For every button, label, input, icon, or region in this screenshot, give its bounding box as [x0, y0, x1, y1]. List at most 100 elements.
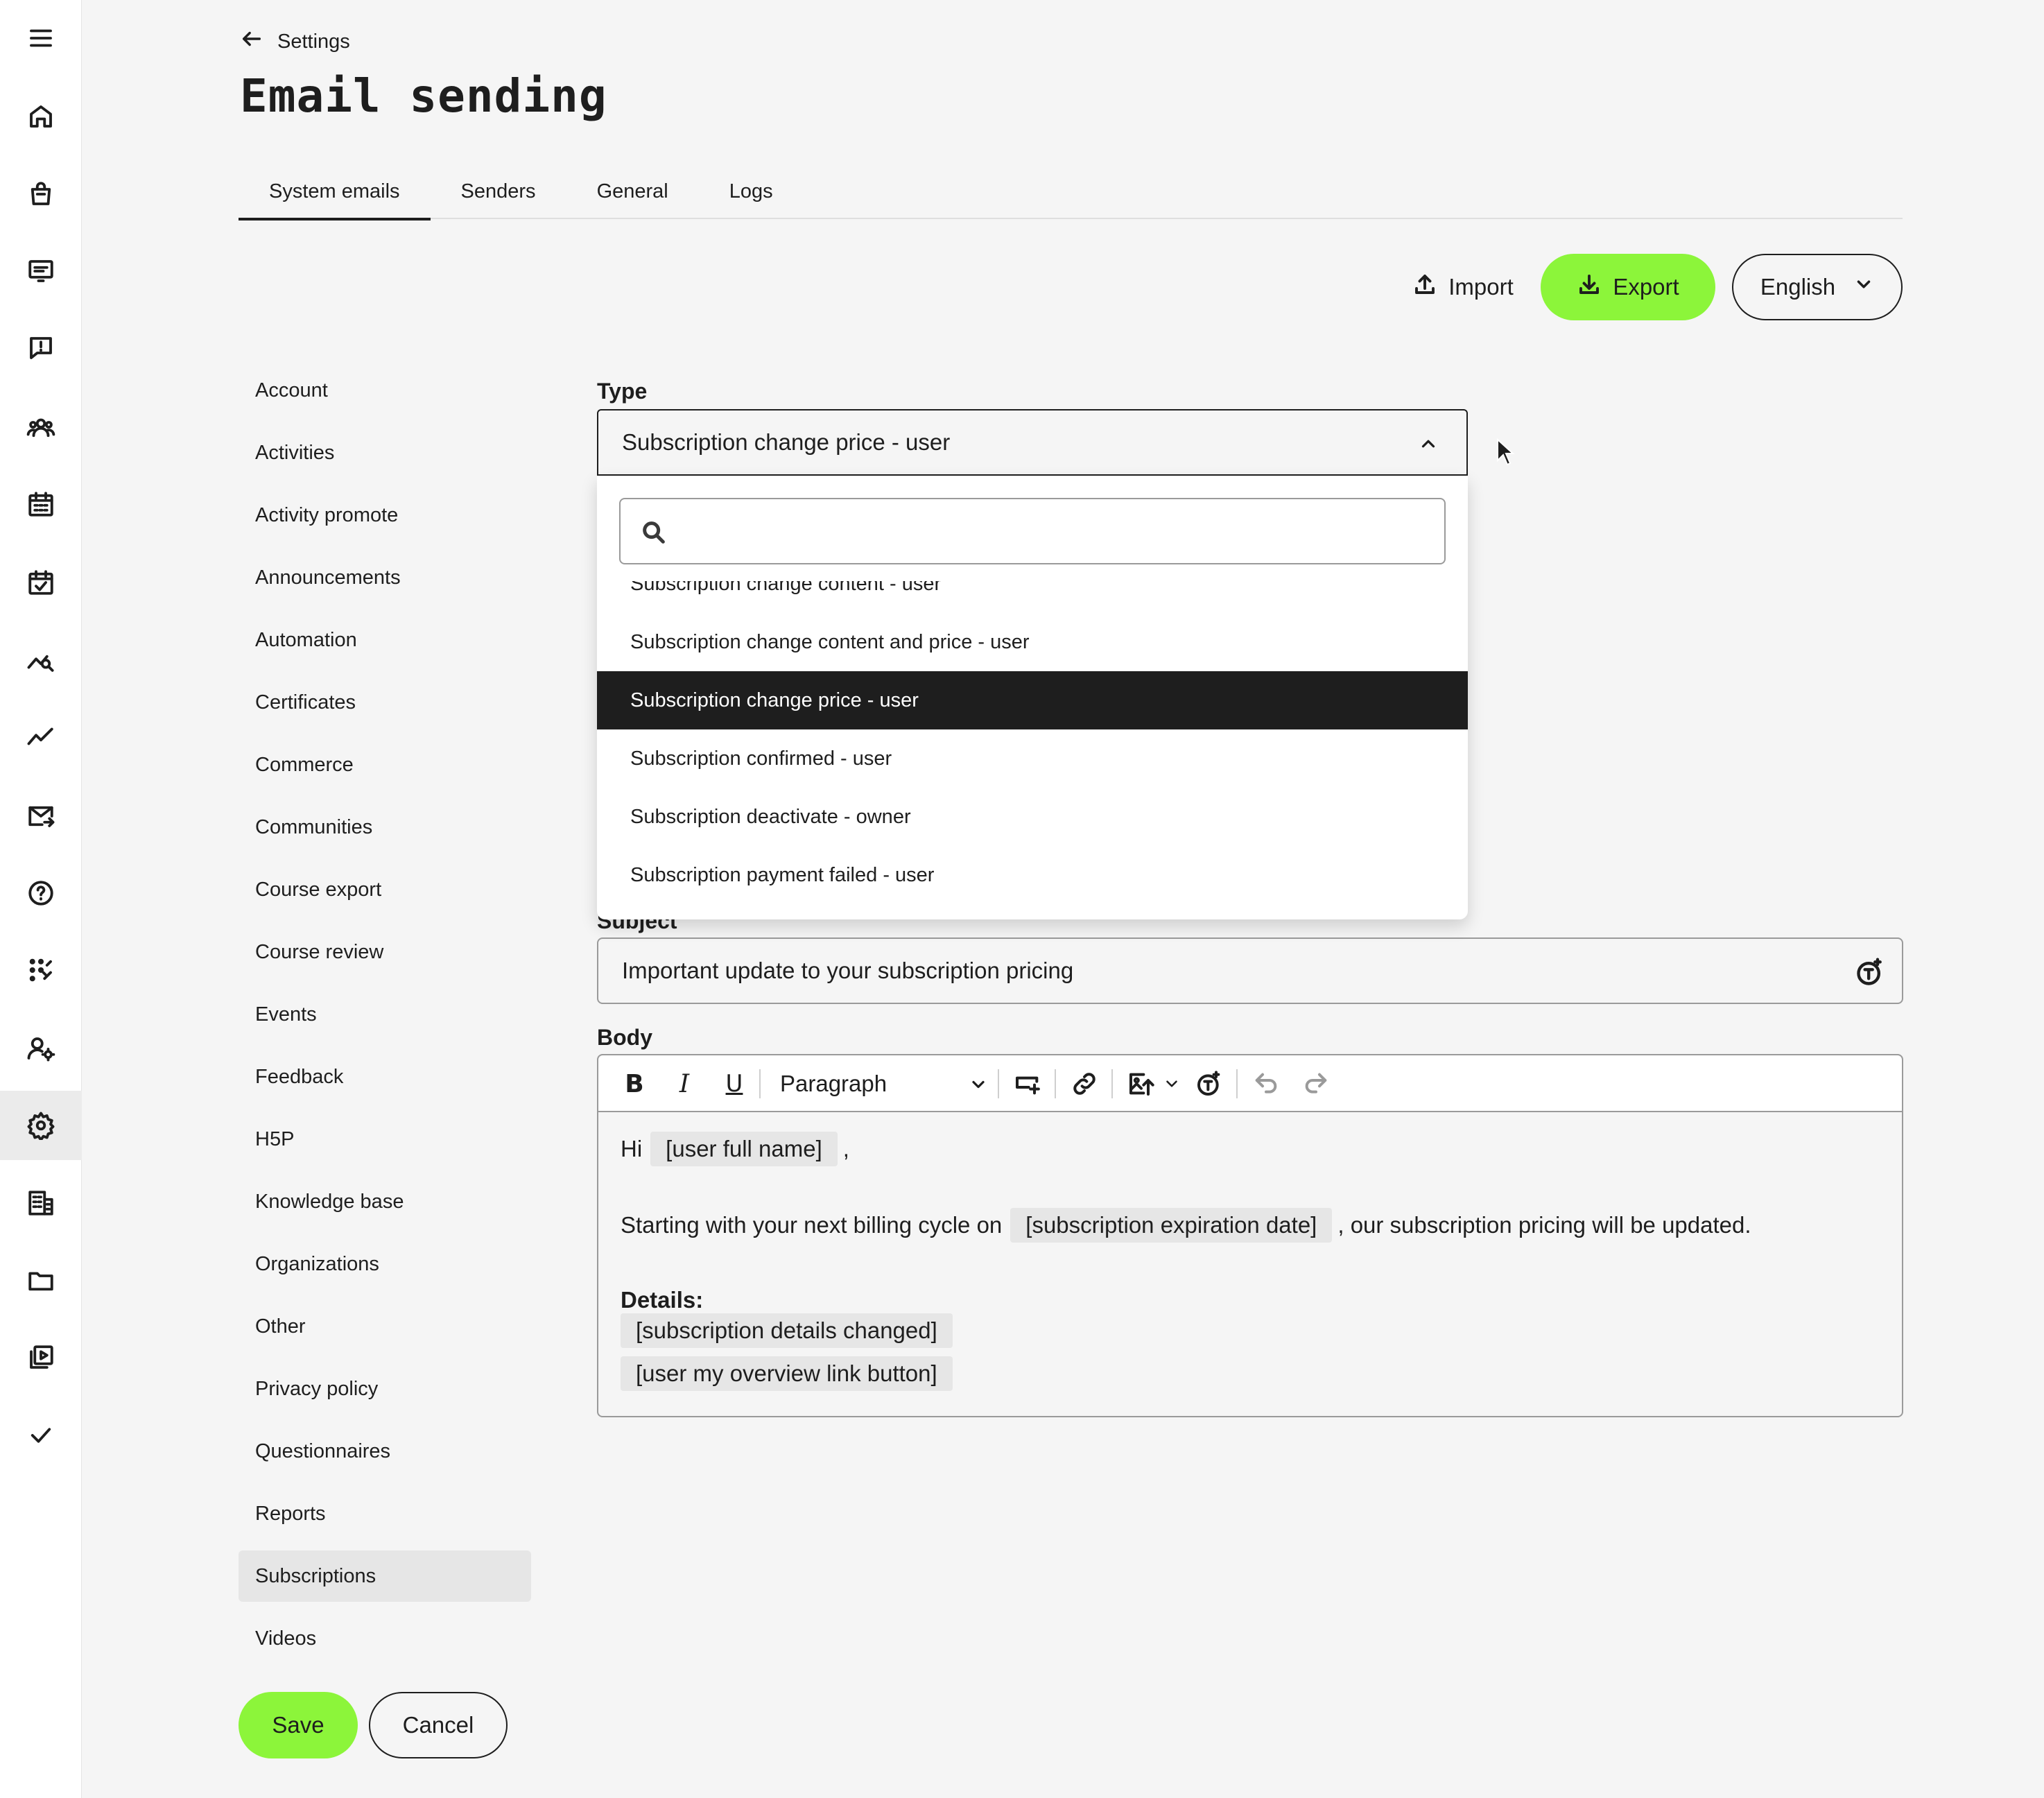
category-events[interactable]: Events [239, 989, 531, 1040]
category-videos[interactable]: Videos [239, 1613, 531, 1664]
category-knowledge-base[interactable]: Knowledge base [239, 1176, 531, 1227]
trend-icon[interactable] [0, 702, 82, 771]
category-commerce[interactable]: Commerce [239, 739, 531, 790]
underline-icon[interactable]: U [720, 1069, 748, 1098]
editor-toolbar: B I U Paragraph [598, 1055, 1902, 1112]
greeting-suffix: , [842, 1136, 849, 1161]
option-subscription-confirmed-user[interactable]: Subscription confirmed - user [597, 729, 1468, 788]
option-subscription-deactivate-owner[interactable]: Subscription deactivate - owner [597, 788, 1468, 846]
placeholder-token[interactable]: [user full name] [650, 1132, 838, 1166]
category-reports[interactable]: Reports [239, 1488, 531, 1539]
cancel-button[interactable]: Cancel [369, 1692, 508, 1758]
type-search-input[interactable] [679, 506, 1435, 556]
chevron-up-icon [1418, 433, 1439, 454]
option-subscription-payment-failed-user[interactable]: Subscription payment failed - user [597, 846, 1468, 904]
type-select[interactable]: Subscription change price - user [597, 409, 1468, 476]
body-line: Starting with your next billing cycle on… [621, 1208, 1751, 1243]
category-questionnaires[interactable]: Questionnaires [239, 1426, 531, 1477]
language-select[interactable]: English [1732, 254, 1903, 320]
category-account[interactable]: Account [239, 365, 531, 416]
email-category-list: Account Activities Activity promote Anno… [239, 365, 531, 1675]
category-activity-promote[interactable]: Activity promote [239, 490, 531, 541]
calendar-check-icon[interactable] [0, 548, 82, 617]
apps-icon[interactable] [0, 935, 82, 1005]
presentation-icon[interactable] [0, 236, 82, 306]
insert-placeholder-icon[interactable] [1195, 1069, 1224, 1098]
category-subscriptions[interactable]: Subscriptions [239, 1550, 531, 1602]
category-privacy-policy[interactable]: Privacy policy [239, 1363, 531, 1415]
paragraph-style-value: Paragraph [780, 1071, 887, 1096]
category-automation[interactable]: Automation [239, 614, 531, 666]
import-label: Import [1448, 274, 1514, 300]
undo-icon[interactable] [1251, 1069, 1281, 1098]
calendar-icon[interactable] [0, 469, 82, 539]
tab-logs[interactable]: Logs [699, 164, 804, 219]
placeholder-token[interactable]: [subscription expiration date] [1010, 1208, 1333, 1243]
toolbar-divider [1111, 1069, 1113, 1098]
insert-image-icon[interactable] [1127, 1069, 1156, 1098]
toolbar-divider [759, 1069, 761, 1098]
bold-icon[interactable]: B [621, 1069, 648, 1098]
analytics-search-icon[interactable] [0, 625, 82, 695]
toolbar-divider [1236, 1069, 1238, 1098]
category-announcements[interactable]: Announcements [239, 552, 531, 603]
italic-icon[interactable]: I [670, 1069, 698, 1098]
users-icon[interactable] [0, 392, 82, 462]
redo-icon[interactable] [1301, 1069, 1331, 1098]
paragraph-style-select[interactable]: Paragraph [780, 1066, 988, 1101]
type-search-field[interactable] [619, 498, 1446, 564]
insert-placeholder-icon[interactable] [1855, 957, 1885, 987]
import-button[interactable]: Import [1394, 254, 1532, 320]
video-library-icon[interactable] [0, 1323, 82, 1392]
category-communities[interactable]: Communities [239, 802, 531, 853]
category-h5p[interactable]: H5P [239, 1114, 531, 1165]
option-subscription-change-price-user[interactable]: Subscription change price - user [597, 671, 1468, 729]
toolbar-divider [998, 1069, 999, 1098]
building-icon[interactable] [0, 1168, 82, 1238]
user-settings-icon[interactable] [0, 1014, 82, 1083]
mouse-cursor-icon [1496, 438, 1516, 466]
subject-value: Important update to your subscription pr… [622, 958, 1074, 983]
type-label: Type [597, 379, 648, 404]
category-certificates[interactable]: Certificates [239, 677, 531, 728]
save-button[interactable]: Save [239, 1692, 358, 1758]
chevron-down-icon [1853, 274, 1874, 300]
upload-icon [1412, 272, 1437, 302]
subject-input[interactable]: Important update to your subscription pr… [597, 937, 1903, 1004]
tab-general[interactable]: General [566, 164, 699, 219]
tab-senders[interactable]: Senders [431, 164, 566, 219]
arrow-left-icon [240, 27, 263, 56]
link-icon[interactable] [1070, 1069, 1099, 1098]
placeholder-token[interactable]: [subscription details changed] [621, 1313, 953, 1348]
category-activities[interactable]: Activities [239, 427, 531, 478]
details-heading: Details: [621, 1287, 704, 1313]
greeting-text: Hi [621, 1136, 643, 1161]
check-icon[interactable] [0, 1401, 82, 1470]
help-icon[interactable] [0, 858, 82, 928]
category-organizations[interactable]: Organizations [239, 1238, 531, 1290]
category-course-review[interactable]: Course review [239, 926, 531, 978]
gear-icon[interactable] [0, 1091, 82, 1160]
page-title: Email sending [240, 69, 607, 123]
home-icon[interactable] [0, 82, 82, 151]
option-subscription-change-content-and-price-user[interactable]: Subscription change content and price - … [597, 613, 1468, 671]
category-feedback[interactable]: Feedback [239, 1051, 531, 1103]
shopping-bag-icon[interactable] [0, 159, 82, 229]
mail-send-icon[interactable] [0, 781, 82, 851]
feedback-icon[interactable] [0, 313, 82, 383]
greeting-line: Hi [user full name] , [621, 1132, 849, 1166]
download-icon [1577, 272, 1602, 302]
category-course-export[interactable]: Course export [239, 864, 531, 915]
export-label: Export [1613, 274, 1679, 300]
type-option-list: Subscription change content - user Subsc… [597, 581, 1468, 919]
insert-button-icon[interactable] [1013, 1069, 1042, 1098]
option-subscription-change-content-user[interactable]: Subscription change content - user [597, 581, 1468, 613]
folder-icon[interactable] [0, 1246, 82, 1315]
category-other[interactable]: Other [239, 1301, 531, 1352]
placeholder-token[interactable]: [user my overview link button] [621, 1356, 953, 1391]
menu-icon[interactable] [0, 3, 82, 73]
tab-system-emails[interactable]: System emails [239, 164, 431, 221]
export-button[interactable]: Export [1541, 254, 1715, 320]
chevron-down-icon[interactable] [1163, 1069, 1181, 1098]
back-to-settings-link[interactable]: Settings [240, 26, 350, 57]
